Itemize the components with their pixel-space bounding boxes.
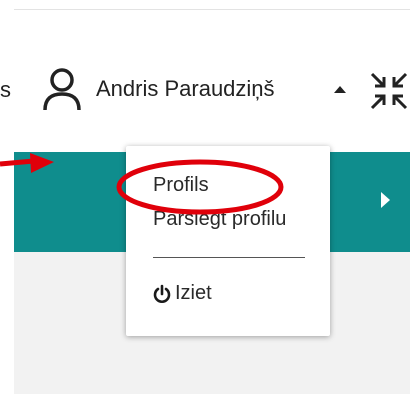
- arrow-annotation: [0, 153, 54, 173]
- user-icon[interactable]: [42, 67, 82, 111]
- play-icon[interactable]: [381, 192, 390, 208]
- partial-header-text: s: [0, 77, 11, 102]
- user-name-menu-toggle[interactable]: Andris Paraudziņš: [96, 76, 275, 102]
- logout-label: Iziet: [175, 282, 212, 304]
- caret-up-icon[interactable]: [334, 86, 346, 93]
- menu-divider: [153, 257, 305, 258]
- top-header: s Andris Paraudziņš: [0, 10, 410, 143]
- highlight-ellipse-annotation: [116, 159, 284, 215]
- compress-icon[interactable]: [368, 70, 410, 112]
- power-icon: [153, 284, 171, 303]
- menu-item-logout[interactable]: Iziet: [153, 282, 212, 305]
